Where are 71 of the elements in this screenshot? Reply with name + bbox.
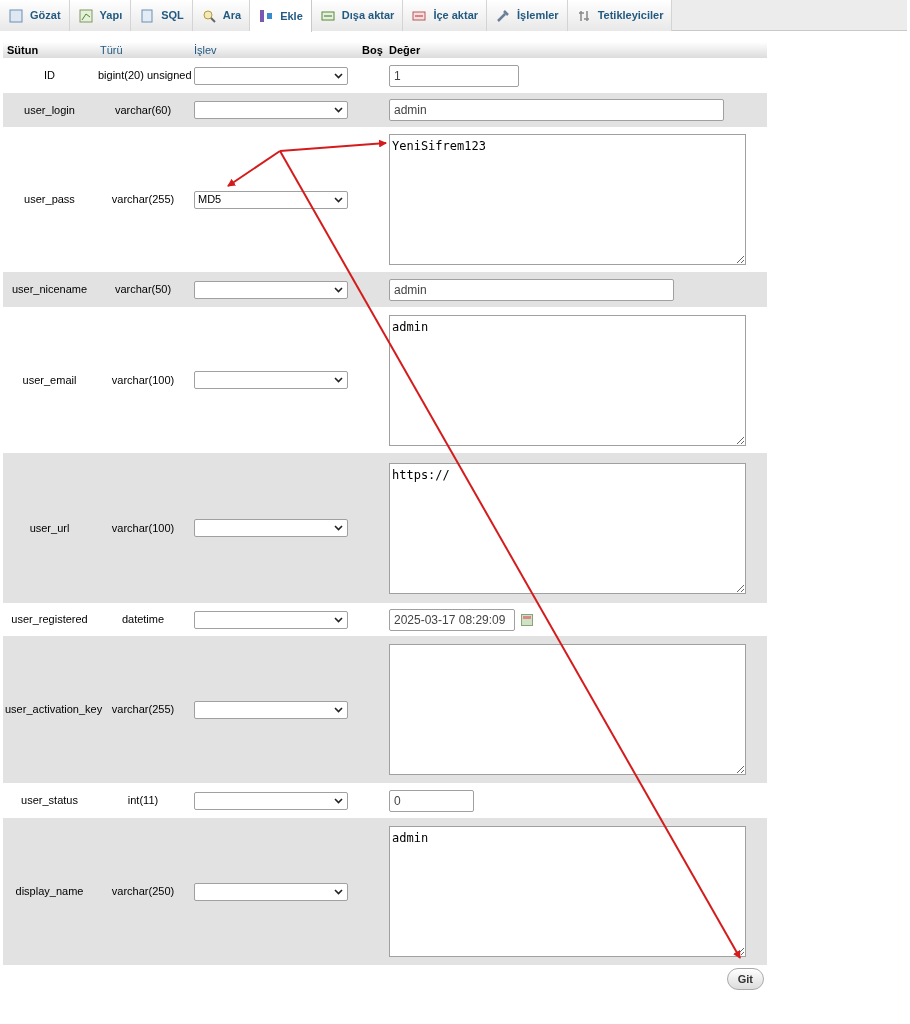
column-type: bigint(20) unsigned — [98, 69, 192, 82]
chevron-down-icon — [334, 888, 343, 895]
value-field[interactable]: 1 — [389, 64, 519, 87]
function-dropdown[interactable] — [194, 101, 348, 119]
function-dropdown[interactable] — [194, 66, 348, 85]
function-dropdown[interactable] — [194, 791, 348, 810]
function-dropdown[interactable]: MD5 — [194, 190, 348, 209]
tab[interactable]: Yapı — [69, 0, 132, 31]
function-dropdown[interactable] — [194, 610, 348, 629]
tab[interactable]: Ara — [192, 0, 251, 31]
tab[interactable]: SQL — [131, 0, 193, 31]
column-header[interactable]: Türü — [96, 42, 127, 59]
tab[interactable]: İşlemler — [487, 0, 568, 31]
calendar-icon[interactable] — [521, 613, 533, 626]
tab[interactable]: Gözat — [0, 0, 70, 31]
value-textarea[interactable]: admin — [389, 314, 746, 446]
tab[interactable]: Dışa aktar — [311, 0, 404, 31]
chevron-down-icon — [334, 616, 343, 623]
column-name: display_name — [15, 885, 84, 898]
value-field[interactable]: 0 — [389, 789, 474, 812]
chevron-down-icon — [334, 706, 343, 713]
column-type: varchar(100) — [111, 521, 175, 534]
column-name: user_status — [21, 794, 78, 807]
column-type: varchar(100) — [111, 373, 175, 386]
column-name: user_registered — [11, 613, 88, 626]
tab[interactable]: Tetikleyiciler — [567, 0, 673, 31]
column-name: ID — [44, 69, 55, 82]
column-name: user_email — [22, 373, 77, 386]
column-type: datetime — [121, 613, 165, 626]
function-dropdown[interactable] — [194, 280, 348, 299]
chart-icon — [77, 7, 94, 24]
insert-icon — [258, 8, 275, 24]
column-header: Sütun — [6, 43, 40, 58]
column-header: Değer — [388, 43, 422, 58]
value-textarea[interactable]: YeniSifrem123 — [389, 134, 746, 265]
tab[interactable]: İçe aktar — [403, 0, 488, 31]
value-textarea[interactable]: admin — [389, 826, 746, 957]
submit-button[interactable]: Git — [726, 968, 764, 990]
chevron-down-icon — [334, 797, 343, 804]
column-type: varchar(60) — [114, 103, 172, 116]
chevron-down-icon — [334, 107, 343, 113]
document-icon — [139, 7, 156, 24]
chevron-down-icon — [334, 525, 343, 531]
magnifier-icon — [200, 7, 217, 24]
column-type: varchar(255) — [111, 193, 175, 206]
column-header: Boş — [361, 43, 384, 58]
value-textarea[interactable] — [389, 644, 746, 775]
function-dropdown[interactable] — [194, 519, 348, 537]
column-name: user_pass — [24, 193, 75, 206]
chevron-down-icon — [334, 196, 343, 203]
column-type: int(11) — [127, 794, 159, 807]
column-name: user_url — [29, 521, 70, 534]
value-textarea[interactable]: https:// — [389, 462, 746, 594]
function-dropdown[interactable] — [194, 882, 348, 901]
column-name: user_activation_key — [5, 703, 103, 716]
table-icon — [8, 7, 24, 24]
column-type: varchar(255) — [111, 703, 175, 716]
column-header[interactable]: İşlev — [190, 42, 221, 59]
column-type: varchar(50) — [114, 283, 172, 296]
function-dropdown[interactable] — [194, 371, 348, 389]
value-field[interactable]: admin — [389, 278, 674, 301]
column-type: varchar(250) — [111, 885, 175, 898]
function-dropdown[interactable] — [194, 700, 348, 719]
column-name: user_login — [24, 103, 75, 116]
chevron-down-icon — [334, 286, 343, 293]
date-field[interactable]: 2025-03-17 08:29:09 — [389, 608, 515, 631]
value-field[interactable]: admin — [389, 99, 724, 121]
tab[interactable]: Ekle — [250, 0, 312, 32]
chevron-down-icon — [334, 377, 343, 383]
chevron-down-icon — [334, 72, 343, 79]
column-name: user_nicename — [11, 283, 88, 296]
